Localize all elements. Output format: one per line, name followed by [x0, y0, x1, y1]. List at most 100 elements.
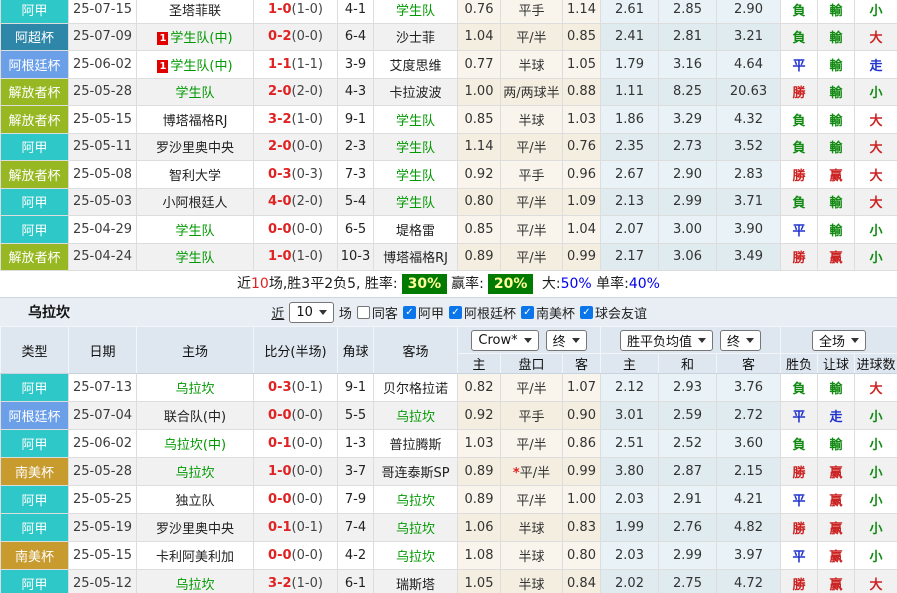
- group-europe-odds: 胜平负均值 终: [601, 327, 781, 354]
- result-outcome: 平: [781, 402, 818, 430]
- home-team-cell: 罗沙里奥中央: [137, 514, 254, 542]
- eu-time-select[interactable]: 终: [720, 330, 761, 351]
- ah-home-odds: 0.89: [458, 486, 501, 514]
- result-goals: 大: [855, 106, 897, 134]
- match-date: 25-05-03: [69, 188, 137, 216]
- col-header-home: 主场: [137, 327, 254, 374]
- col-header-eu-home: 主: [601, 354, 659, 374]
- fulltime-score: 0-3: [268, 167, 292, 182]
- fulltime-score: 0-0: [268, 222, 292, 237]
- eu-away-odds: 4.72: [717, 570, 781, 593]
- score-cell: 2-0(2-0): [254, 78, 338, 106]
- eu-draw-odds: 2.91: [659, 486, 717, 514]
- odds-view-select[interactable]: 胜平负均值: [620, 330, 713, 351]
- ah-line: 半球: [501, 51, 563, 79]
- eu-draw-odds: 2.87: [659, 458, 717, 486]
- match-row: 解放者杯25-05-28学生队2-0(2-0)4-3卡拉波波1.00两/两球半0…: [1, 78, 897, 106]
- result-outcome: 平: [781, 51, 818, 79]
- corner-score: 7-3: [338, 161, 374, 189]
- match-date: 25-05-11: [69, 133, 137, 161]
- corner-score: 2-3: [338, 133, 374, 161]
- eu-away-odds: 3.49: [717, 243, 781, 271]
- col-header-ah-home: 主: [458, 354, 501, 374]
- home-team: 学生队: [175, 224, 214, 239]
- result-handicap: 赢: [818, 570, 855, 593]
- home-team: 博塔福格RJ: [163, 114, 228, 129]
- result-outcome: 負: [781, 188, 818, 216]
- ah-away-odds: 1.04: [563, 216, 601, 244]
- home-team: 罗沙里奥中央: [156, 141, 234, 156]
- bookmaker-select[interactable]: Crow*: [471, 330, 538, 351]
- home-team-cell: 乌拉坎: [137, 570, 254, 593]
- away-team: 卡拉波波: [389, 86, 441, 101]
- ah-away-odds: 0.99: [563, 458, 601, 486]
- ah-home-odds: 0.85: [458, 106, 501, 134]
- result-goals: 走: [855, 51, 897, 79]
- chevron-down-icon: [572, 338, 580, 343]
- ah-away-odds: 1.14: [563, 0, 601, 23]
- ah-home-odds: 0.76: [458, 0, 501, 23]
- col-header-eu-away: 客: [717, 354, 781, 374]
- home-team: 学生队(中): [170, 59, 232, 74]
- ah-line: 平/半: [501, 430, 563, 458]
- big-rate-value: 50%: [561, 276, 592, 292]
- same-away-checkbox[interactable]: [357, 306, 370, 319]
- ah-time-select[interactable]: 终: [546, 330, 587, 351]
- near-count-select[interactable]: 10: [289, 302, 334, 323]
- away-team: 学生队: [396, 141, 435, 156]
- league-checkbox-1[interactable]: [449, 306, 462, 319]
- result-goals: 大: [855, 133, 897, 161]
- result-handicap: 赢: [818, 542, 855, 570]
- result-goals: 小: [855, 514, 897, 542]
- league-checkbox-0[interactable]: [403, 306, 416, 319]
- col-header-handicap-result: 让球: [818, 354, 855, 374]
- result-goals: 小: [855, 458, 897, 486]
- away-team-cell: 瑞斯塔: [374, 570, 458, 593]
- ah-away-odds: 1.03: [563, 106, 601, 134]
- ah-away-odds: 0.76: [563, 133, 601, 161]
- col-header-eu-draw: 和: [659, 354, 717, 374]
- star-mark: *: [513, 466, 520, 481]
- bookmaker-value: Crow*: [478, 333, 517, 348]
- near-link[interactable]: 近: [271, 303, 284, 322]
- home-team-cell: 乌拉坎: [137, 458, 254, 486]
- fulltime-score: 0-2: [268, 29, 292, 44]
- ah-line: 半球: [501, 106, 563, 134]
- match-row: 阿甲25-04-29学生队0-0(0-0)6-5堤格雷0.85平/半1.042.…: [1, 216, 897, 244]
- corner-score: 4-3: [338, 78, 374, 106]
- result-outcome: 勝: [781, 243, 818, 271]
- match-date: 25-06-02: [69, 430, 137, 458]
- corner-score: 6-5: [338, 216, 374, 244]
- eu-home-odds: 1.86: [601, 106, 659, 134]
- ah-line: 平手: [501, 402, 563, 430]
- home-team-cell: 博塔福格RJ: [137, 106, 254, 134]
- result-handicap: 赢: [818, 458, 855, 486]
- ah-home-odds: 0.92: [458, 402, 501, 430]
- away-team-cell: 学生队: [374, 188, 458, 216]
- result-outcome: 平: [781, 216, 818, 244]
- fulltime-score: 0-0: [268, 492, 292, 507]
- result-handicap: 赢: [818, 486, 855, 514]
- score-cell: 1-1(1-1): [254, 51, 338, 79]
- eu-away-odds: 3.52: [717, 133, 781, 161]
- result-outcome: 負: [781, 374, 818, 402]
- league-badge: 解放者杯: [1, 106, 69, 134]
- league-checkbox-3[interactable]: [580, 306, 593, 319]
- league-checkbox-label: 阿根廷杯: [464, 303, 516, 322]
- group-results: 全场: [781, 327, 897, 354]
- league-checkbox-label: 阿甲: [418, 303, 444, 322]
- result-goals: 小: [855, 542, 897, 570]
- result-goals: 小: [855, 430, 897, 458]
- halftime-score: (0-0): [292, 548, 323, 563]
- match-date: 25-05-19: [69, 514, 137, 542]
- result-outcome: 勝: [781, 161, 818, 189]
- home-team: 罗沙里奥中央: [156, 522, 234, 537]
- league-checkbox-2[interactable]: [521, 306, 534, 319]
- ah-away-odds: 0.90: [563, 402, 601, 430]
- eu-away-odds: 3.90: [717, 216, 781, 244]
- eu-home-odds: 3.80: [601, 458, 659, 486]
- ah-home-odds: 1.05: [458, 570, 501, 593]
- eu-draw-odds: 2.73: [659, 133, 717, 161]
- scope-select[interactable]: 全场: [812, 330, 866, 351]
- corner-score: 5-5: [338, 402, 374, 430]
